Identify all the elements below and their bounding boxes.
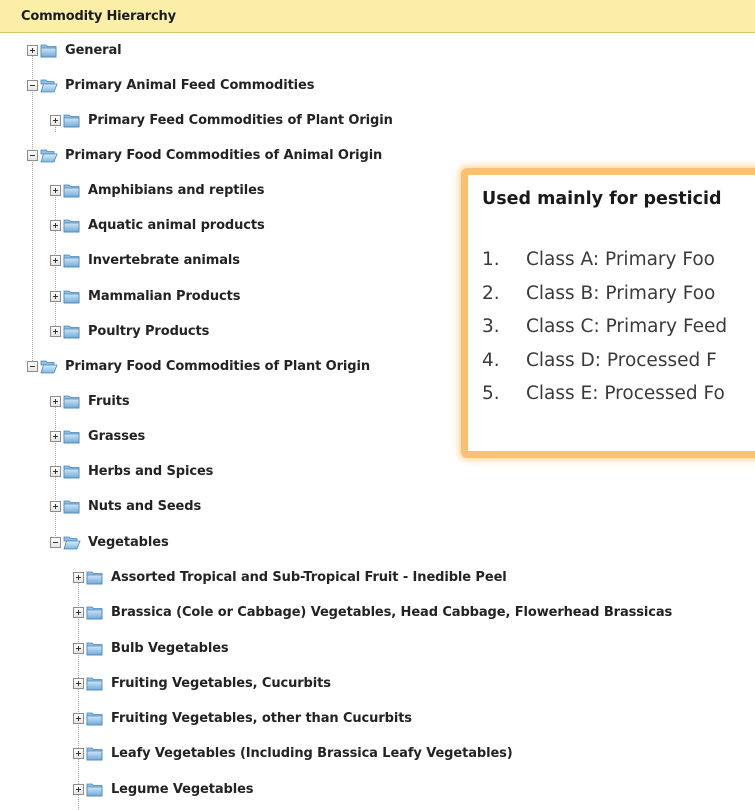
minus-box-icon[interactable] — [27, 80, 38, 91]
tree-node-label[interactable]: General — [65, 42, 122, 59]
plus-box-icon[interactable] — [50, 466, 61, 477]
tree-node-label[interactable]: Invertebrate animals — [88, 252, 240, 269]
tree-node-label[interactable]: Grasses — [88, 428, 145, 445]
list-number: 2. — [482, 282, 500, 304]
folder-icon — [86, 604, 104, 620]
minus-box-icon[interactable] — [50, 537, 61, 548]
class-list: 1. Class A: Primary Foo 2. Class B: Primar… — [482, 249, 727, 417]
folder-icon — [63, 112, 81, 128]
plus-box-icon[interactable] — [73, 784, 84, 795]
plus-box-icon[interactable] — [50, 396, 61, 407]
folder-icon — [86, 710, 104, 726]
tree-node-label[interactable]: Aquatic animal products — [88, 217, 265, 234]
list-number: 5. — [482, 383, 500, 404]
folder-icon — [40, 77, 58, 93]
list-number: 4. — [482, 349, 500, 371]
list-text: Class A: Primary Foo — [526, 249, 715, 270]
folder-icon — [63, 288, 81, 304]
tree-node-label[interactable]: Primary Animal Feed Commodities — [65, 77, 315, 94]
plus-box-icon[interactable] — [73, 678, 84, 689]
folder-icon — [86, 745, 104, 761]
plus-box-icon[interactable] — [73, 572, 84, 583]
tree-connector-line — [32, 50, 33, 365]
folder-icon — [86, 640, 104, 656]
folder-icon — [63, 217, 81, 233]
class-list-item: 3. Class C: Primary Feed — [482, 316, 727, 350]
plus-box-icon[interactable] — [50, 326, 61, 337]
tree-node-label[interactable]: Fruits — [88, 393, 130, 410]
list-number: 3. — [482, 316, 500, 337]
tree-node-label[interactable]: Leafy Vegetables (Including Brassica Lea… — [111, 745, 513, 762]
plus-box-icon[interactable] — [73, 607, 84, 618]
folder-icon — [86, 781, 104, 797]
folder-icon — [63, 182, 81, 198]
tree-node-label[interactable]: Amphibians and reptiles — [88, 182, 265, 199]
folder-icon — [40, 358, 58, 374]
list-number: 1. — [482, 249, 500, 270]
plus-box-icon[interactable] — [50, 431, 61, 442]
list-text: Class D: Processed F — [526, 349, 717, 371]
folder-icon — [63, 323, 81, 339]
callout-title: Used mainly for pesticid — [482, 189, 722, 209]
tree-node-label[interactable]: Legume Vegetables — [111, 781, 254, 798]
folder-icon — [86, 675, 104, 691]
tree-node-label[interactable]: Herbs and Spices — [88, 463, 213, 480]
folder-icon — [63, 428, 81, 444]
tree-node-label[interactable]: Bulb Vegetables — [111, 640, 229, 657]
folder-icon — [63, 534, 81, 550]
list-text: Class E: Processed Fo — [526, 383, 725, 404]
tree-node-label[interactable]: Primary Food Commodities of Plant Origin — [65, 358, 370, 375]
plus-box-icon[interactable] — [50, 255, 61, 266]
folder-icon — [63, 393, 81, 409]
folder-icon — [86, 569, 104, 585]
list-text: Class B: Primary Foo — [526, 282, 716, 304]
tree-node-label[interactable]: Poultry Products — [88, 323, 209, 340]
class-list-item: 4. Class D: Processed F — [482, 350, 727, 384]
tree-node-label[interactable]: Assorted Tropical and Sub-Tropical Fruit… — [111, 569, 507, 586]
tree-node-label[interactable]: Fruiting Vegetables, other than Cucurbit… — [111, 710, 412, 727]
minus-box-icon[interactable] — [27, 150, 38, 161]
tree-node-label[interactable]: Primary Food Commodities of Animal Origi… — [65, 147, 382, 164]
folder-icon — [40, 42, 58, 58]
plus-box-icon[interactable] — [73, 713, 84, 724]
list-text: Class C: Primary Feed — [526, 316, 728, 337]
plus-box-icon[interactable] — [50, 115, 61, 126]
tree-node-label[interactable]: Brassica (Cole or Cabbage) Vegetables, H… — [111, 604, 672, 621]
info-callout-box: Used mainly for pesticid 1. Class A: Prim… — [461, 168, 755, 458]
class-list-item: 1. Class A: Primary Foo — [482, 249, 727, 283]
plus-box-icon[interactable] — [50, 220, 61, 231]
folder-icon — [63, 498, 81, 514]
plus-box-icon[interactable] — [50, 185, 61, 196]
plus-box-icon[interactable] — [73, 748, 84, 759]
folder-icon — [63, 463, 81, 479]
tree-node-label[interactable]: Vegetables — [88, 534, 169, 551]
plus-box-icon[interactable] — [50, 501, 61, 512]
tree-node-label[interactable]: Primary Feed Commodities of Plant Origin — [88, 112, 393, 129]
tree-node-label[interactable]: Fruiting Vegetables, Cucurbits — [111, 675, 331, 692]
plus-box-icon[interactable] — [73, 643, 84, 654]
plus-box-icon[interactable] — [27, 45, 38, 56]
minus-box-icon[interactable] — [27, 361, 38, 372]
class-list-item: 2. Class B: Primary Foo — [482, 283, 727, 317]
class-list-item: 5. Class E: Processed Fo — [482, 383, 727, 417]
tree-node-label[interactable]: Mammalian Products — [88, 288, 240, 305]
tree-node-label[interactable]: Nuts and Seeds — [88, 498, 201, 515]
plus-box-icon[interactable] — [50, 291, 61, 302]
folder-icon — [63, 252, 81, 268]
folder-icon — [40, 147, 58, 163]
